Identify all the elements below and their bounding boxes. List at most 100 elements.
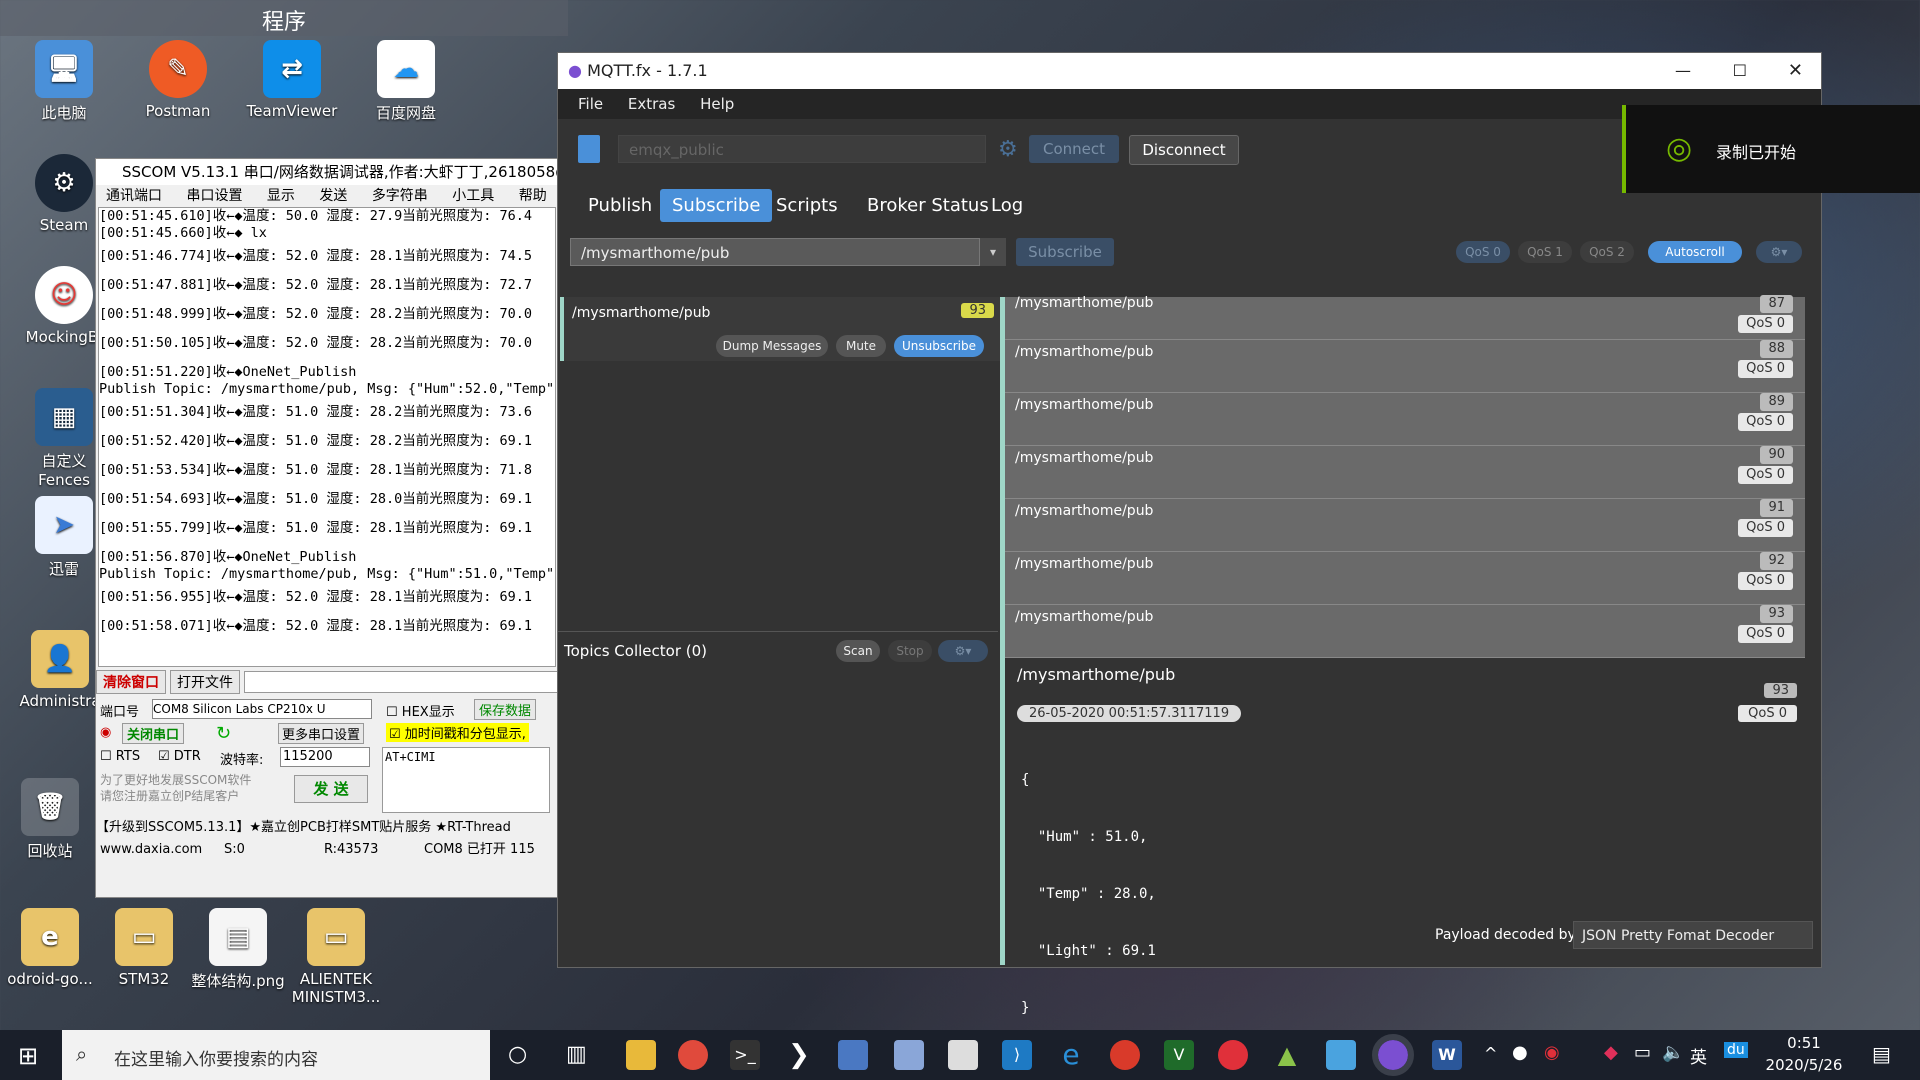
options-gear-icon[interactable]: ⚙▾ [1756,241,1802,263]
sscom-taskbar-icon[interactable] [894,1040,924,1070]
minimize-icon[interactable]: — [1675,53,1691,89]
document-icon[interactable] [578,135,600,163]
powershell-icon[interactable]: ❯ [784,1040,814,1070]
connect-button[interactable]: Connect [1029,135,1119,163]
clear-window-button[interactable]: 清除窗口 [96,670,166,694]
message-item[interactable]: /mysmarthome/pub 92 QoS 0 [1005,552,1805,605]
remote-desktop-icon[interactable] [838,1040,868,1070]
taskbar-search[interactable]: ⌕ 在这里输入你要搜索的内容 [62,1030,490,1080]
netease-tray-icon[interactable]: ◉ [1544,1042,1560,1063]
baidu-tray-icon[interactable]: du [1724,1042,1748,1058]
cortana-icon[interactable]: ○ [508,1042,527,1067]
message-item[interactable]: /mysmarthome/pub 90 QoS 0 [1005,446,1805,499]
send-input[interactable]: AT+CIMI [382,747,550,813]
payload-viewer[interactable]: { "Hum" : 51.0, "Temp" : 28.0, "Light" :… [1021,733,1156,1056]
hex-display-checkbox[interactable]: ☐ HEX显示 [386,701,455,720]
tab-subscribe[interactable]: Subscribe [660,189,773,222]
close-port-button[interactable]: 关闭串口 [122,723,185,744]
open-file-button[interactable]: 打开文件 [170,670,240,694]
edge-icon[interactable]: e [1056,1040,1086,1070]
calculator-icon[interactable] [948,1040,978,1070]
receive-log[interactable]: [00:51:45.610]收←◆温度: 50.0 湿度: 27.9当前光照度为… [98,207,556,667]
desktop-icon-recycle-bin[interactable]: 🗑 回收站 [0,778,100,861]
message-item[interactable]: /mysmarthome/pub 93 QoS 0 [1005,605,1805,658]
menu-serial-settings[interactable]: 串口设置 [186,188,242,204]
desktop-icon-stm32[interactable]: ▭ STM32 [94,908,194,988]
menu-comm-port[interactable]: 通讯端口 [106,188,162,204]
tab-scripts[interactable]: Scripts [764,189,850,222]
unsubscribe-button[interactable]: Unsubscribe [894,335,984,357]
status-website[interactable]: www.daxia.com [100,839,202,861]
close-icon[interactable]: ✕ [1788,53,1803,89]
port-select[interactable]: COM8 Silicon Labs CP210x U [152,699,372,719]
profile-select[interactable]: emqx_public [618,135,986,163]
clock-time[interactable]: 0:51 [1756,1034,1852,1052]
menu-extras[interactable]: Extras [628,95,675,113]
dump-messages-button[interactable]: Dump Messages [716,335,828,357]
netease-music-icon[interactable] [1218,1040,1248,1070]
desktop-icon-postman[interactable]: ✎ Postman [128,40,228,120]
tray-app-icon[interactable]: ◆ [1604,1042,1618,1063]
desktop-icon-baidu-netdisk[interactable]: ☁ 百度网盘 [356,40,456,123]
notification-icon[interactable]: ▤ [1872,1042,1891,1066]
message-item[interactable]: /mysmarthome/pub 89 QoS 0 [1005,393,1805,446]
ime-indicator[interactable]: 英 [1690,1043,1707,1068]
menu-display[interactable]: 显示 [267,188,295,204]
menu-multi-string[interactable]: 多字符串 [372,188,428,204]
topic-input[interactable]: /mysmarthome/pub [570,238,980,266]
task-view-icon[interactable]: ▥ [566,1042,587,1067]
file-path-input[interactable] [244,671,558,693]
clock-date[interactable]: 2020/5/26 [1756,1056,1852,1074]
message-item[interactable]: /mysmarthome/pub 87 QoS 0 [1005,295,1805,340]
maximize-icon[interactable]: ☐ [1733,53,1747,89]
subscription-item[interactable]: /mysmarthome/pub 93 Dump Messages Mute U… [560,297,1002,361]
gear-icon[interactable]: ⚙ [998,137,1018,162]
message-item[interactable]: /mysmarthome/pub 91 QoS 0 [1005,499,1805,552]
stop-button[interactable]: Stop [888,640,932,662]
menu-help[interactable]: Help [700,95,734,113]
word-icon[interactable]: W [1432,1040,1462,1070]
subscribe-button[interactable]: Subscribe [1016,238,1114,266]
tab-log[interactable]: Log [979,189,1035,222]
send-button[interactable]: 发 送 [294,775,368,803]
vim-icon[interactable]: V [1164,1040,1194,1070]
promo-ticker[interactable]: 【升级到SSCOM5.13.1】★嘉立创PCB打样SMT贴片服务 ★RT-Thr… [96,817,558,839]
tomato-icon[interactable] [1110,1040,1140,1070]
menu-tools[interactable]: 小工具 [452,188,494,204]
mute-button[interactable]: Mute [836,335,886,357]
rts-checkbox[interactable]: ☐ RTS [100,749,140,764]
mqttfx-taskbar-icon[interactable] [1372,1034,1414,1076]
baud-select[interactable]: 115200 [280,747,370,767]
desktop-icon-odroid[interactable]: e odroid-go... [0,908,100,988]
menu-file[interactable]: File [578,95,603,113]
chevron-down-icon[interactable]: ▾ [980,238,1006,266]
terminal-icon[interactable]: >_ [730,1040,760,1070]
chrome-icon[interactable] [678,1040,708,1070]
dtr-checkbox[interactable]: ☑ DTR [158,749,201,764]
collector-gear-icon[interactable]: ⚙▾ [938,640,988,662]
decoder-select[interactable]: JSON Pretty Fomat Decoder [1573,921,1813,949]
scan-button[interactable]: Scan [836,640,880,662]
qos0-toggle[interactable]: QoS 0 [1456,241,1510,263]
network-icon[interactable]: ▭ [1634,1042,1651,1063]
volume-icon[interactable]: 🔈 [1662,1042,1684,1063]
timestamp-checkbox[interactable]: ☑ 加时间戳和分包显示, [386,723,529,742]
tab-publish[interactable]: Publish [576,189,664,222]
more-settings-button[interactable]: 更多串口设置 [278,723,365,744]
desktop-icon-structure-png[interactable]: ▤ 整体结构.png [188,908,288,991]
chevron-up-icon[interactable]: ^ [1484,1044,1497,1063]
menu-send[interactable]: 发送 [319,188,347,204]
disconnect-button[interactable]: Disconnect [1129,135,1239,165]
menu-help[interactable]: 帮助 [519,188,547,204]
qos2-toggle[interactable]: QoS 2 [1580,241,1634,263]
desktop-icon-this-pc[interactable]: 🖥 此电脑 [14,40,114,123]
autoscroll-toggle[interactable]: Autoscroll [1648,241,1742,263]
file-explorer-icon[interactable] [626,1040,656,1070]
windows-start-icon[interactable]: ⊞ [18,1042,38,1070]
photos-icon[interactable] [1326,1040,1356,1070]
microphone-icon[interactable]: ● [1512,1042,1528,1063]
message-item[interactable]: /mysmarthome/pub 88 QoS 0 [1005,340,1805,393]
refresh-icon[interactable]: ↻ [216,723,231,744]
vscode-icon[interactable]: ⟩ [1002,1040,1032,1070]
save-data-button[interactable]: 保存数据 [474,699,537,720]
